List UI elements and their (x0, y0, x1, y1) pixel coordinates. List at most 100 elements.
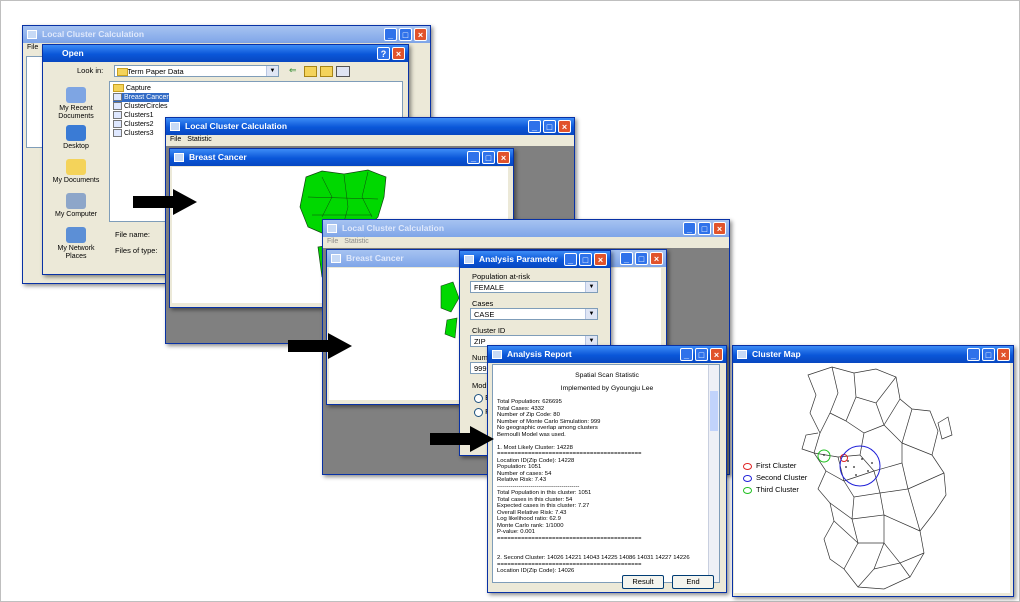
report-heading: Spatial Scan Statistic (575, 372, 639, 379)
report-title: Analysis Report (507, 349, 572, 359)
place-my-documents[interactable]: My Documents (49, 159, 103, 185)
maximize-button[interactable]: □ (482, 151, 495, 164)
minimize-button[interactable]: _ (528, 120, 541, 133)
arrow-icon (430, 426, 494, 452)
scrollbar-thumb[interactable] (710, 391, 718, 431)
title-bar[interactable]: Local Cluster Calculation _ □ × (166, 118, 574, 135)
num-simulations-value: 999 (474, 364, 487, 373)
maximize-button[interactable]: □ (635, 252, 648, 265)
title-bar[interactable]: Local Cluster Calculation _ □ × (323, 220, 729, 237)
report-title-bar[interactable]: Analysis Report _ □ × (488, 346, 726, 363)
maximize-button[interactable]: □ (579, 253, 592, 266)
radio-button[interactable] (474, 393, 483, 403)
green-circle-icon (743, 486, 752, 494)
minimize-button[interactable]: _ (564, 253, 577, 266)
minimize-button[interactable]: _ (683, 222, 696, 235)
vertical-scrollbar[interactable] (708, 365, 719, 582)
file-icon (113, 93, 122, 102)
minimize-button[interactable]: _ (467, 151, 480, 164)
close-button[interactable]: × (594, 253, 607, 266)
close-button[interactable]: × (650, 252, 663, 265)
place-label: My Documents (52, 177, 100, 184)
close-button[interactable]: × (392, 47, 405, 60)
end-button[interactable]: End (672, 575, 714, 589)
maximize-button[interactable]: □ (399, 28, 412, 41)
menu-file[interactable]: File (327, 238, 338, 245)
close-button[interactable]: × (997, 348, 1010, 361)
menu-statistic[interactable]: Statistic (187, 136, 212, 143)
look-in-dropdown[interactable]: Term Paper Data ▼ (114, 65, 279, 77)
file-type-label: Files of type: (115, 246, 158, 255)
maximize-button[interactable]: □ (695, 348, 708, 361)
blue-circle-icon (743, 474, 752, 482)
radio-button[interactable] (474, 407, 483, 417)
views-menu-icon[interactable] (336, 66, 350, 77)
population-value: FEMALE (474, 283, 505, 292)
result-button[interactable]: Result (622, 575, 664, 589)
up-folder-icon[interactable] (304, 66, 317, 77)
file-list: Capture Breast Cancer ClusterCircles Clu… (113, 84, 169, 138)
maximize-button[interactable]: □ (543, 120, 556, 133)
file-item[interactable]: Clusters3 (113, 129, 169, 138)
desktop-icon (66, 125, 86, 141)
new-folder-icon[interactable] (320, 66, 333, 77)
place-my-computer[interactable]: My Computer (49, 193, 103, 219)
dialog-title-bar[interactable]: Open ? × (43, 45, 408, 62)
file-item[interactable]: Clusters2 (113, 120, 169, 129)
title-bar[interactable]: Local Cluster Calculation _ □ × (23, 26, 430, 43)
minimize-button[interactable]: _ (967, 348, 980, 361)
legend-first-cluster: First Cluster (743, 460, 807, 472)
app-icon (464, 255, 474, 264)
report-author: Implemented by Gyoungju Lee (560, 385, 654, 392)
close-button[interactable]: × (414, 28, 427, 41)
network-places-icon (66, 227, 86, 243)
menu-file[interactable]: File (27, 44, 38, 51)
folder-icon (113, 84, 124, 93)
file-item[interactable]: Capture (113, 84, 169, 93)
minimize-button[interactable]: _ (680, 348, 693, 361)
minimize-button[interactable]: _ (620, 252, 633, 265)
close-button[interactable]: × (710, 348, 723, 361)
population-label: Population at-risk (472, 272, 530, 281)
chevron-down-icon: ▼ (585, 309, 597, 319)
menu-file[interactable]: File (170, 136, 181, 143)
cluster-map-canvas[interactable]: First Cluster Second Cluster Third Clust… (734, 363, 1010, 593)
report-lines: Total Population: 626695 Total Cases: 433… (493, 399, 719, 575)
place-recent-documents[interactable]: My Recent Documents (49, 87, 103, 121)
arrow-icon (288, 333, 352, 359)
place-network[interactable]: My Network Places (49, 227, 103, 261)
child-title-bar[interactable]: Breast Cancer _ □ × (170, 149, 513, 166)
close-button[interactable]: × (497, 151, 510, 164)
maximize-button[interactable]: □ (982, 348, 995, 361)
menu-statistic[interactable]: Statistic (344, 238, 369, 245)
population-dropdown[interactable]: FEMALE ▼ (470, 281, 598, 293)
help-button[interactable]: ? (377, 47, 390, 60)
place-label: Desktop (63, 143, 89, 150)
place-label: My Recent Documents (58, 105, 94, 120)
file-item[interactable]: ClusterCircles (113, 102, 169, 111)
close-button[interactable]: × (558, 120, 571, 133)
maximize-button[interactable]: □ (698, 222, 711, 235)
dialog-title-bar[interactable]: Analysis Parameter _ □ × (460, 251, 610, 268)
close-button[interactable]: × (713, 222, 726, 235)
app-icon (27, 30, 37, 39)
app-icon (737, 350, 747, 359)
back-icon[interactable]: ⇐ (289, 65, 297, 76)
places-bar: My Recent Documents Desktop My Documents… (45, 81, 107, 269)
report-line: Location ID(Zip Code): 14026 (497, 568, 575, 574)
dialog-title: Analysis Parameter (479, 254, 558, 264)
cases-value: CASE (474, 310, 495, 319)
file-item-selected[interactable]: Breast Cancer (113, 93, 169, 102)
cluster-map-title-bar[interactable]: Cluster Map _ □ × (733, 346, 1013, 363)
file-icon (113, 129, 122, 138)
cluster-id-label: Cluster ID (472, 326, 506, 335)
menu-bar: File Statistic (166, 135, 574, 145)
report-line: 2. Second Cluster: 14026 14221 14043 142… (497, 555, 690, 561)
file-icon (113, 102, 122, 111)
place-desktop[interactable]: Desktop (49, 125, 103, 151)
file-item[interactable]: Clusters1 (113, 111, 169, 120)
minimize-button[interactable]: _ (384, 28, 397, 41)
report-text-area[interactable]: Spatial Scan Statistic Implemented by Gy… (492, 364, 720, 583)
legend-second-cluster: Second Cluster (743, 472, 807, 484)
cases-dropdown[interactable]: CASE ▼ (470, 308, 598, 320)
